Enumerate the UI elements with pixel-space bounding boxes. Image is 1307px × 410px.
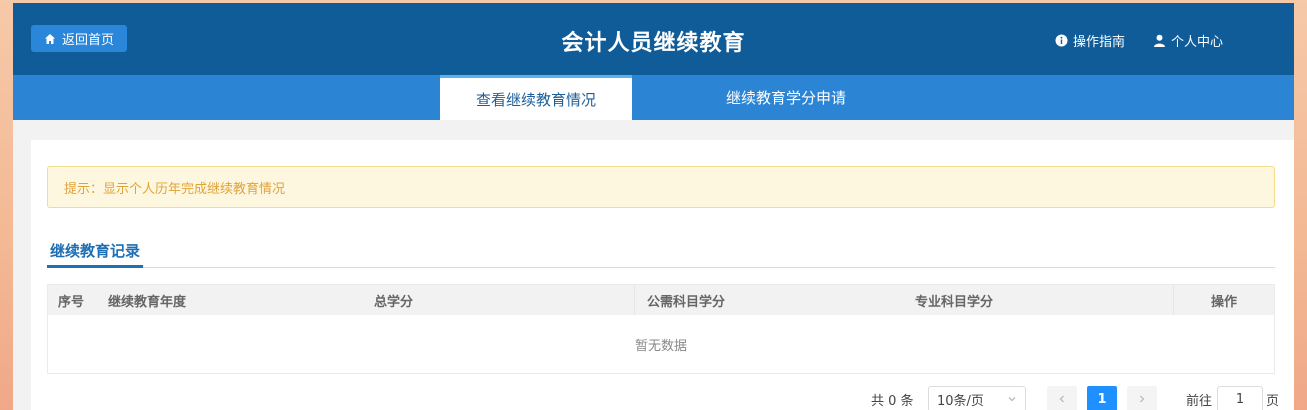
page-size-select[interactable]: 10条/页 — [928, 386, 1026, 410]
back-home-label: 返回首页 — [61, 33, 114, 48]
records-table: 序号 继续教育年度 总学分 公需科目学分 专业科目学分 操作 暂无数据 — [47, 284, 1275, 374]
chevron-down-icon — [1008, 397, 1016, 402]
column-header-year: 继续教育年度 — [108, 294, 187, 310]
column-header-public-credits: 公需科目学分 — [634, 285, 915, 315]
tab-bar: 查看继续教育情况 继续教育学分申请 — [13, 75, 1294, 120]
notice-banner: 提示：显示个人历年完成继续教育情况 — [47, 166, 1275, 208]
page-number-button[interactable]: 1 — [1087, 386, 1117, 410]
chevron-right-icon — [1140, 395, 1145, 403]
goto-suffix: 页 — [1266, 393, 1280, 409]
section-title[interactable]: 继续教育记录 — [47, 240, 144, 268]
column-header-total-credits: 总学分 — [374, 294, 414, 310]
home-icon — [44, 33, 55, 44]
total-count: 共 0 条 — [871, 393, 914, 409]
header: 返回首页 会计人员继续教育 操作指南 个人中心 — [13, 3, 1294, 75]
pagination: 共 0 条 10条/页 1 前往 页 — [31, 386, 1294, 410]
back-home-button[interactable]: 返回首页 — [31, 25, 127, 52]
personal-center-label: 个人中心 — [1171, 35, 1224, 50]
page-size-value: 10条/页 — [937, 393, 984, 409]
chevron-left-icon — [1059, 395, 1064, 403]
app-frame: 返回首页 会计人员继续教育 操作指南 个人中心 查看继续教育情况 继续教育学分申… — [13, 3, 1294, 410]
goto-prefix: 前往 — [1186, 393, 1213, 409]
personal-center-link[interactable]: 个人中心 — [1153, 31, 1223, 50]
info-icon — [1055, 34, 1068, 47]
column-header-professional-credits: 专业科目学分 — [915, 294, 994, 310]
operation-guide-link[interactable]: 操作指南 — [1055, 31, 1125, 50]
prev-page-button[interactable] — [1047, 386, 1077, 410]
empty-state: 暂无数据 — [634, 338, 687, 354]
goto-page-input[interactable] — [1217, 386, 1263, 410]
next-page-button[interactable] — [1127, 386, 1157, 410]
column-header-actions: 操作 — [1173, 285, 1274, 315]
section-header: 继续教育记录 — [47, 240, 1275, 268]
user-icon — [1154, 34, 1165, 47]
table-header: 序号 继续教育年度 总学分 公需科目学分 专业科目学分 操作 — [48, 285, 1274, 315]
operation-guide-label: 操作指南 — [1073, 35, 1126, 50]
column-header-index: 序号 — [58, 294, 85, 310]
content-card: 提示：显示个人历年完成继续教育情况 继续教育记录 序号 继续教育年度 总学分 公… — [31, 140, 1294, 410]
tab-credit-application[interactable]: 继续教育学分申请 — [688, 75, 884, 120]
tab-view-education[interactable]: 查看继续教育情况 — [440, 75, 632, 120]
